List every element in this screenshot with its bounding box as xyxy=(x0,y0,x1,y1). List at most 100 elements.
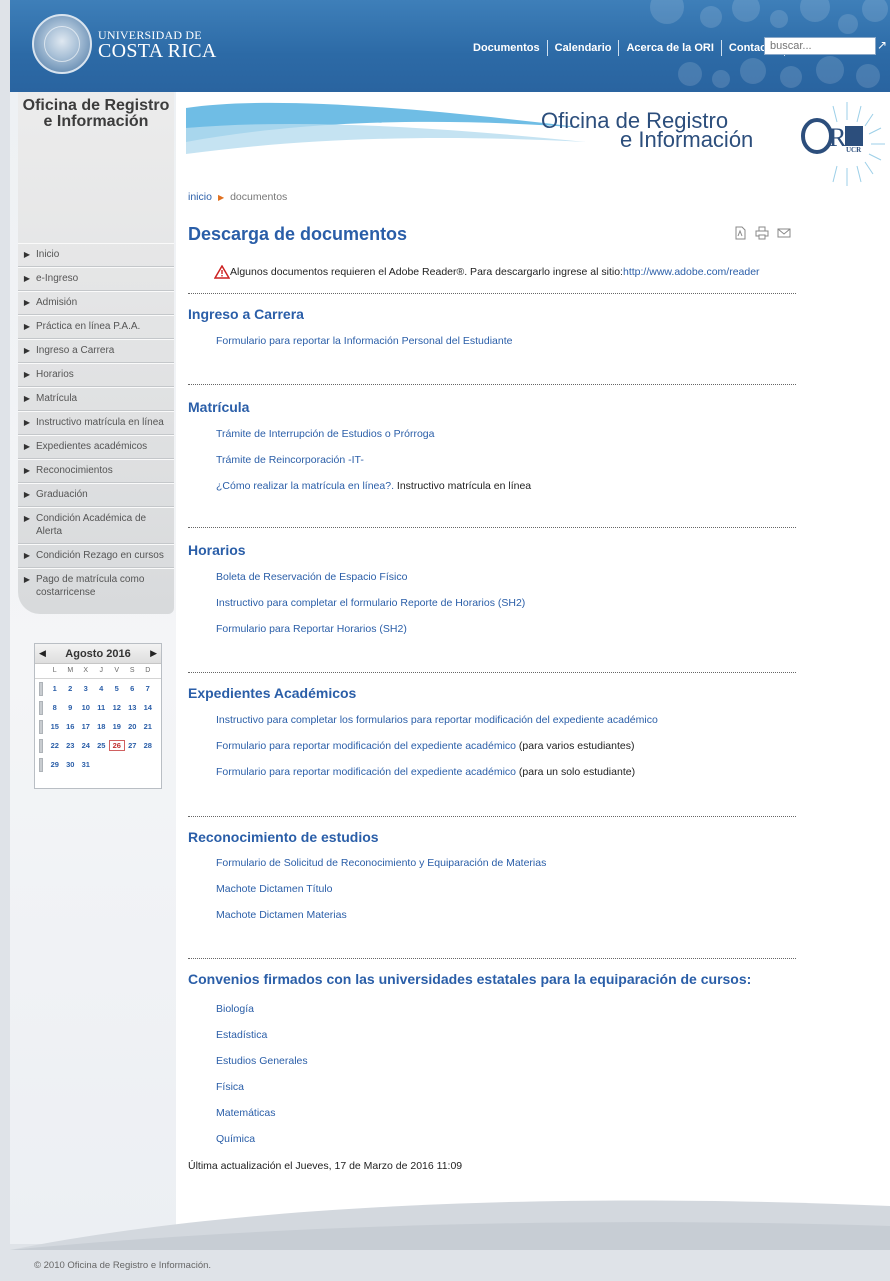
calendar-date[interactable]: 7 xyxy=(140,684,156,693)
section-title-ingreso: Ingreso a Carrera xyxy=(188,306,304,322)
doc-link[interactable]: Matemáticas xyxy=(216,1107,276,1119)
doc-link[interactable]: Boleta de Reservación de Espacio Físico xyxy=(216,571,407,583)
print-icon[interactable] xyxy=(755,226,769,240)
sidebar-item-admision[interactable]: ▶ Admisión xyxy=(18,291,174,315)
sidebar-item-practica[interactable]: ▶ Práctica en línea P.A.A. xyxy=(18,315,174,339)
calendar-date[interactable]: 4 xyxy=(94,684,110,693)
doc-link-row: Química xyxy=(216,1133,255,1145)
doc-link-row: Formulario para reportar la Información … xyxy=(216,335,512,347)
sidebar-item-inicio[interactable]: ▶ Inicio xyxy=(18,243,174,267)
nav-acerca[interactable]: Acerca de la ORI xyxy=(619,40,720,56)
calendar-date[interactable]: 23 xyxy=(63,741,79,750)
sidebar-item-label: Ingreso a Carrera xyxy=(36,345,115,356)
doc-link[interactable]: Formulario para reportar modificación de… xyxy=(216,766,516,778)
calendar-date[interactable]: 14 xyxy=(140,703,156,712)
calendar-date[interactable]: 16 xyxy=(63,722,79,731)
email-icon[interactable] xyxy=(777,226,791,240)
search-submit-icon[interactable]: ↗ xyxy=(877,38,887,52)
calendar-date[interactable]: 31 xyxy=(78,760,94,769)
calendar-date[interactable]: 19 xyxy=(109,722,125,731)
breadcrumb-arrow-icon: ▶ xyxy=(217,193,225,202)
doc-link[interactable]: Estadística xyxy=(216,1029,267,1041)
doc-link[interactable]: Biología xyxy=(216,1003,254,1015)
weekday-label: X xyxy=(83,667,89,674)
doc-link[interactable]: Física xyxy=(216,1081,244,1093)
calendar-prev-icon[interactable]: ◀ xyxy=(39,648,46,659)
calendar-date[interactable]: 1 xyxy=(47,684,63,693)
sidebar-item-label: Instructivo matrícula en línea xyxy=(36,417,164,428)
banner-title-line2: e Información xyxy=(620,127,754,152)
doc-link[interactable]: Formulario para reportar modificación de… xyxy=(216,740,516,752)
calendar-date[interactable]: 21 xyxy=(140,722,156,731)
pdf-icon[interactable] xyxy=(733,226,747,240)
sidebar-item-instructivo[interactable]: ▶ Instructivo matrícula en línea xyxy=(18,411,174,435)
arrow-right-icon: ▶ xyxy=(23,298,31,307)
calendar-date[interactable]: 22 xyxy=(47,741,63,750)
sidebar-item-label: Inicio xyxy=(36,249,60,260)
doc-link[interactable]: Formulario para reportar la Información … xyxy=(216,335,512,347)
calendar-date[interactable]: 3 xyxy=(78,684,94,693)
calendar-date[interactable]: 17 xyxy=(78,722,94,731)
warning-icon xyxy=(214,265,230,279)
breadcrumb-home-link[interactable]: inicio xyxy=(188,191,212,203)
sidebar-item-horarios[interactable]: ▶ Horarios xyxy=(18,363,174,387)
calendar-date[interactable]: 30 xyxy=(63,760,79,769)
calendar-date[interactable]: 28 xyxy=(140,741,156,750)
doc-link-row: Formulario para Reportar Horarios (SH2) xyxy=(216,623,407,635)
doc-link[interactable]: Formulario para Reportar Horarios (SH2) xyxy=(216,623,407,635)
doc-link[interactable]: Machote Dictamen Materias xyxy=(216,909,347,921)
calendar-date[interactable]: 6 xyxy=(125,684,141,693)
nav-documentos[interactable]: Documentos xyxy=(466,40,547,56)
calendar-date[interactable]: 12 xyxy=(109,703,125,712)
doc-link[interactable]: Formulario de Solicitud de Reconocimient… xyxy=(216,857,546,869)
doc-link-row: ¿Cómo realizar la matrícula en línea?. I… xyxy=(216,480,531,492)
calendar-widget: ◀ Agosto 2016 ▶ L M X J V S D 1234567891… xyxy=(34,643,162,789)
calendar-date[interactable]: 11 xyxy=(94,703,110,712)
doc-link[interactable]: Machote Dictamen Título xyxy=(216,883,333,895)
doc-link[interactable]: Química xyxy=(216,1133,255,1145)
sidebar-item-expedientes[interactable]: ▶ Expedientes académicos xyxy=(18,435,174,459)
sidebar-item-graduacion[interactable]: ▶ Graduación xyxy=(18,483,174,507)
doc-link[interactable]: Trámite de Reincorporación -IT- xyxy=(216,454,364,466)
doc-link[interactable]: Instructivo para completar el formulario… xyxy=(216,597,525,609)
sidebar-item-pago-matricula[interactable]: ▶ Pago de matrícula como costarricense xyxy=(18,568,174,604)
calendar-date[interactable]: 29 xyxy=(47,760,63,769)
sidebar-item-matricula[interactable]: ▶ Matrícula xyxy=(18,387,174,411)
calendar-date[interactable]: 27 xyxy=(125,741,141,750)
sidebar-item-ingreso-carrera[interactable]: ▶ Ingreso a Carrera xyxy=(18,339,174,363)
nav-calendario[interactable]: Calendario xyxy=(548,40,619,56)
doc-link[interactable]: Estudios Generales xyxy=(216,1055,308,1067)
university-seal-logo[interactable] xyxy=(32,14,92,74)
sidebar-item-condicion-rezago[interactable]: ▶ Condición Rezago en cursos xyxy=(18,544,174,568)
calendar-date[interactable]: 9 xyxy=(63,703,79,712)
sidebar-item-condicion-alerta[interactable]: ▶ Condición Académica de Alerta xyxy=(18,507,174,544)
calendar-next-icon[interactable]: ▶ xyxy=(150,648,157,659)
banner-swoosh-graphic xyxy=(186,102,586,154)
section-divider xyxy=(188,527,796,528)
doc-link-row: Instructivo para completar el formulario… xyxy=(216,597,525,609)
calendar-date[interactable]: 20 xyxy=(125,722,141,731)
calendar-date[interactable]: 15 xyxy=(47,722,63,731)
doc-link-row: Boleta de Reservación de Espacio Físico xyxy=(216,571,407,583)
doc-link-row: Machote Dictamen Materias xyxy=(216,909,347,921)
search-input[interactable] xyxy=(764,37,876,55)
doc-link[interactable]: ¿Cómo realizar la matrícula en línea?. xyxy=(216,480,394,492)
sidebar-item-label: Condición Académica de Alerta xyxy=(36,513,147,537)
calendar-date[interactable]: 25 xyxy=(94,741,110,750)
adobe-notice: Algunos documentos requieren el Adobe Re… xyxy=(214,265,760,279)
doc-link[interactable]: Trámite de Interrupción de Estudios o Pr… xyxy=(216,428,434,440)
calendar-today[interactable]: 26 xyxy=(109,740,125,751)
calendar-date[interactable]: 8 xyxy=(47,703,63,712)
calendar-date[interactable]: 2 xyxy=(63,684,79,693)
calendar-date[interactable]: 18 xyxy=(94,722,110,731)
doc-link[interactable]: Instructivo para completar los formulari… xyxy=(216,714,658,726)
calendar-date[interactable]: 10 xyxy=(78,703,94,712)
adobe-reader-link[interactable]: http://www.adobe.com/reader xyxy=(623,266,760,278)
calendar-date[interactable]: 24 xyxy=(78,741,94,750)
sidebar-item-e-ingreso[interactable]: ▶ e-Ingreso xyxy=(18,267,174,291)
calendar-date[interactable]: 13 xyxy=(125,703,141,712)
arrow-right-icon: ▶ xyxy=(23,551,31,560)
sidebar-item-reconocimientos[interactable]: ▶ Reconocimientos xyxy=(18,459,174,483)
calendar-header: ◀ Agosto 2016 ▶ xyxy=(35,644,161,664)
calendar-date[interactable]: 5 xyxy=(109,684,125,693)
